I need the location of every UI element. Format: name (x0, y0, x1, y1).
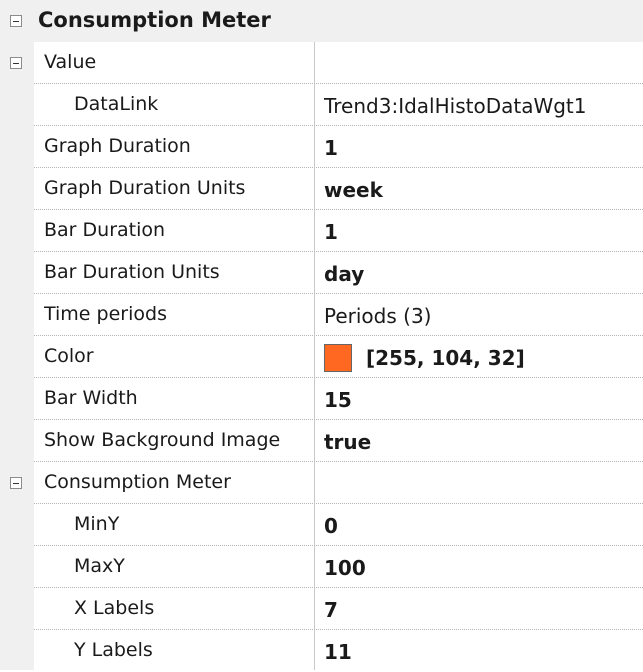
property-label: X Labels (74, 597, 155, 619)
column-splitter[interactable] (314, 42, 315, 670)
property-value[interactable]: Trend3:IdalHistoDataWgt1 (324, 84, 643, 125)
property-value[interactable]: day (324, 252, 643, 293)
property-label: Consumption Meter (44, 471, 231, 493)
property-group-value[interactable]: Value (10, 42, 643, 84)
property-label: Graph Duration (44, 135, 191, 157)
property-label: Value (44, 51, 97, 73)
property-value[interactable]: Periods (3) (324, 294, 643, 335)
property-row-maxy[interactable]: MaxY 100 (34, 546, 643, 588)
property-row-time-periods[interactable]: Time periods Periods (3) (34, 294, 643, 336)
property-label: Bar Duration (44, 219, 166, 241)
property-label: DataLink (74, 93, 159, 115)
property-value[interactable]: true (324, 420, 643, 461)
property-value[interactable]: 1 (324, 126, 643, 167)
property-row-bar-duration[interactable]: Bar Duration 1 (34, 210, 643, 252)
property-label: Show Background Image (44, 429, 281, 451)
property-value[interactable]: 7 (324, 588, 643, 629)
property-row-show-background-image[interactable]: Show Background Image true (34, 420, 643, 462)
property-label: Bar Width (44, 387, 138, 409)
property-row-graph-duration-units[interactable]: Graph Duration Units week (34, 168, 643, 210)
category-header[interactable]: Consumption Meter (0, 0, 643, 42)
property-row-graph-duration[interactable]: Graph Duration 1 (34, 126, 643, 168)
property-row-y-labels[interactable]: Y Labels 11 (34, 630, 643, 672)
property-row-x-labels[interactable]: X Labels 7 (34, 588, 643, 630)
row-gutter (0, 42, 34, 670)
property-row-color[interactable]: Color [255, 104, 32] (34, 336, 643, 378)
property-label: Graph Duration Units (44, 177, 246, 199)
color-value-text: [255, 104, 32] (366, 346, 525, 370)
property-value[interactable]: week (324, 168, 643, 209)
collapse-toggle-icon[interactable] (10, 477, 22, 489)
property-value[interactable]: 100 (324, 546, 643, 587)
category-title: Consumption Meter (38, 8, 271, 32)
color-swatch[interactable] (324, 343, 352, 372)
property-grid: Consumption Meter Value DataLink Trend3:… (0, 0, 643, 670)
property-label: MinY (74, 513, 120, 535)
property-value[interactable]: 11 (324, 630, 643, 671)
collapse-toggle-icon[interactable] (10, 57, 22, 69)
property-row-bar-width[interactable]: Bar Width 15 (34, 378, 643, 420)
property-label: Y Labels (74, 639, 153, 661)
collapse-toggle-icon[interactable] (10, 15, 22, 27)
property-value[interactable]: 15 (324, 378, 643, 419)
property-value[interactable]: 0 (324, 504, 643, 545)
property-label: Time periods (44, 303, 167, 325)
property-label: Color (44, 345, 94, 367)
property-value[interactable]: 1 (324, 210, 643, 251)
property-row-bar-duration-units[interactable]: Bar Duration Units day (34, 252, 643, 294)
property-label: Bar Duration Units (44, 261, 220, 283)
property-row-miny[interactable]: MinY 0 (34, 504, 643, 546)
property-row-datalink[interactable]: DataLink Trend3:IdalHistoDataWgt1 (34, 84, 643, 126)
property-label: MaxY (74, 555, 125, 577)
property-value[interactable]: [255, 104, 32] (324, 336, 643, 377)
property-group-consumption-meter[interactable]: Consumption Meter (10, 462, 643, 504)
